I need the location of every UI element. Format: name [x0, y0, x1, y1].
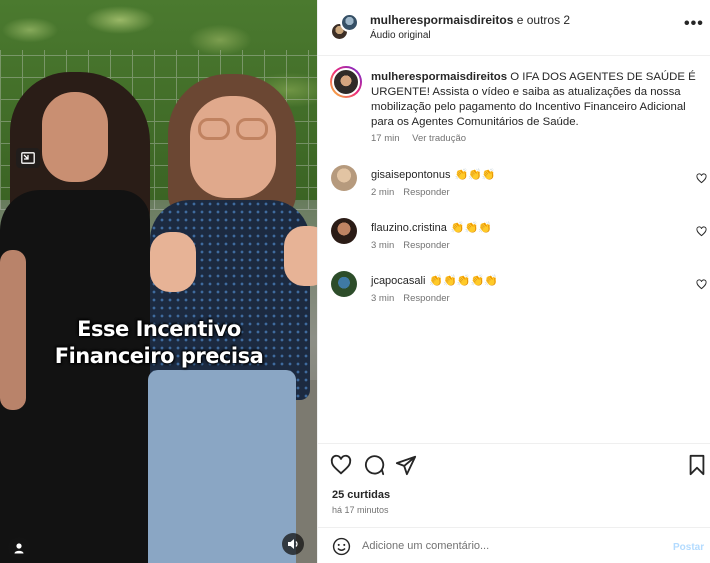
likes-count[interactable]: 25 curtidas [332, 489, 390, 501]
post-actions: 25 curtidas há 17 minutos [318, 443, 710, 527]
caption-avatar[interactable] [330, 66, 362, 98]
avatar[interactable] [331, 165, 357, 191]
comment-text: 👏👏👏 [454, 169, 496, 181]
comment-body: flauzino.cristina 👏👏👏 [371, 221, 492, 234]
emoji-smiley-icon[interactable] [332, 537, 351, 556]
more-options-button[interactable]: ••• [684, 15, 704, 33]
post-details-panel: mulherespormaisdireitos e outros 2 Áudio… [317, 0, 710, 563]
right-person-jeans [148, 370, 296, 563]
post-timestamp: há 17 minutos [332, 505, 389, 515]
reply-button[interactable]: Responder [403, 293, 449, 304]
comment-item: jcapocasali 👏👏👏👏👏 3 min Responder [318, 271, 710, 315]
tagged-users-button[interactable] [8, 537, 30, 559]
comment-time: 3 min [371, 240, 395, 251]
avatar [340, 13, 359, 32]
caption-meta: 17 min Ver tradução [371, 133, 476, 144]
collab-avatars[interactable] [330, 13, 359, 41]
author-username[interactable]: mulherespormaisdireitos [370, 13, 513, 27]
video-subtitle: Esse Incentivo Financeiro precisa [54, 316, 264, 370]
comment-username[interactable]: flauzino.cristina [371, 222, 447, 234]
video-subtitle-line: Financeiro precisa [54, 344, 264, 368]
avatar[interactable] [331, 218, 357, 244]
picture-in-picture-icon [21, 152, 35, 164]
comment-username[interactable]: jcapocasali [371, 275, 425, 287]
comment-body: jcapocasali 👏👏👏👏👏 [371, 274, 498, 287]
comment-meta: 2 min Responder [371, 187, 459, 198]
comment-username[interactable]: gisaisepontonus [371, 169, 451, 181]
like-heart-icon[interactable] [330, 454, 352, 476]
comment-item: flauzino.cristina 👏👏👏 3 min Responder [318, 218, 710, 262]
share-paper-plane-icon[interactable] [395, 454, 417, 476]
sound-toggle-button[interactable] [282, 533, 304, 555]
user-tag-icon [14, 543, 24, 554]
like-comment-heart-icon[interactable] [696, 173, 707, 184]
post-author[interactable]: mulherespormaisdireitos e outros 2 [370, 13, 570, 27]
comment-text: 👏👏👏👏👏 [429, 275, 498, 287]
see-translation-link[interactable]: Ver tradução [412, 133, 466, 144]
like-comment-heart-icon[interactable] [696, 226, 707, 237]
post-header: mulherespormaisdireitos e outros 2 Áudio… [318, 0, 710, 56]
like-comment-heart-icon[interactable] [696, 279, 707, 290]
caption-time: 17 min [371, 133, 400, 144]
post-comment-button[interactable]: Postar [673, 542, 704, 553]
right-person-fist-right [284, 226, 317, 286]
comment-meta: 3 min Responder [371, 293, 459, 304]
reply-button[interactable]: Responder [403, 240, 449, 251]
post-caption: mulherespormaisdireitos O IFA DOS AGENTE… [371, 70, 701, 130]
comment-meta: 3 min Responder [371, 240, 459, 251]
reel-video[interactable]: Esse Incentivo Financeiro precisa [0, 0, 317, 563]
left-person-arm [0, 250, 26, 410]
save-bookmark-icon[interactable] [686, 454, 708, 476]
video-subtitle-line: Esse Incentivo [77, 317, 241, 341]
comment-bubble-icon[interactable] [363, 454, 385, 476]
comment-text: 👏👏👏 [450, 222, 492, 234]
comment-time: 3 min [371, 293, 395, 304]
comment-item: gisaisepontonus 👏👏👏 2 min Responder [318, 165, 710, 209]
comment-composer: Postar [318, 527, 710, 563]
right-person-glasses [198, 118, 270, 142]
original-audio-link[interactable]: Áudio original [370, 30, 431, 41]
right-person-fist-left [150, 232, 196, 292]
reply-button[interactable]: Responder [403, 187, 449, 198]
speaker-icon [287, 539, 298, 549]
left-person-face [42, 92, 108, 182]
comment-time: 2 min [371, 187, 395, 198]
right-person-face [190, 96, 276, 198]
caption-username[interactable]: mulherespormaisdireitos [371, 71, 507, 83]
comment-input[interactable] [362, 536, 652, 556]
picture-in-picture-button[interactable] [16, 148, 40, 168]
avatar[interactable] [331, 271, 357, 297]
collaborators-link[interactable]: e outros 2 [513, 13, 570, 27]
comment-body: gisaisepontonus 👏👏👏 [371, 168, 496, 181]
